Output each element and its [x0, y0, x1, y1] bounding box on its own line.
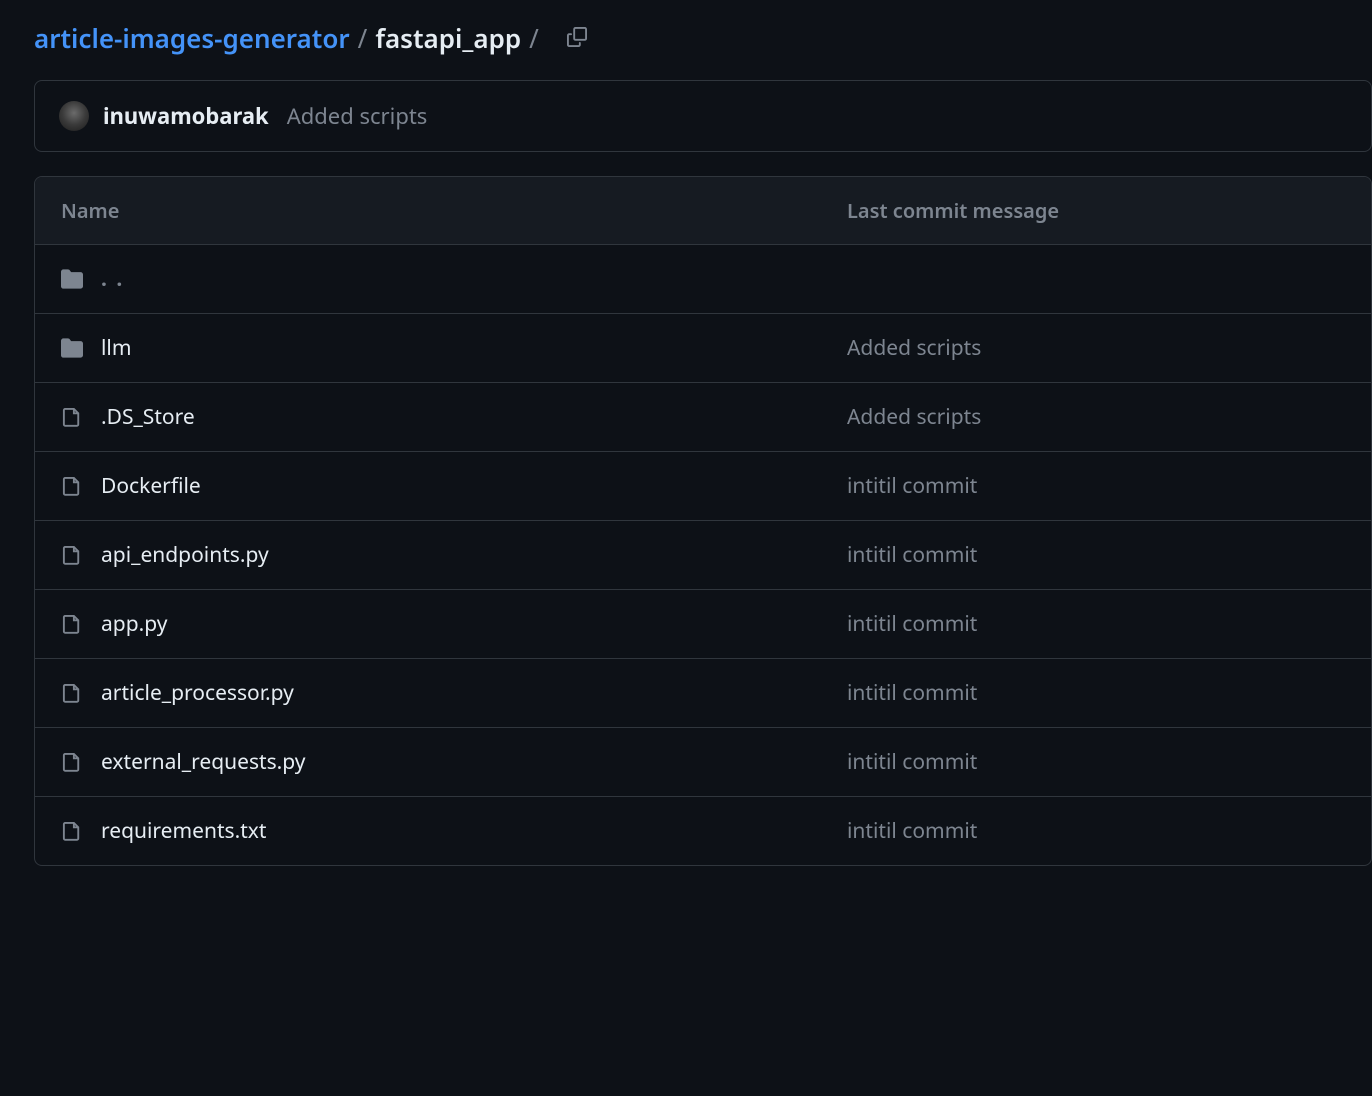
file-name-link[interactable]: requirements.txt: [101, 817, 267, 845]
file-name-link[interactable]: .DS_Store: [101, 403, 195, 431]
folder-icon: [61, 268, 83, 290]
file-icon: [61, 820, 83, 842]
file-name-link[interactable]: article_processor.py: [101, 679, 294, 707]
table-row: llm Added scripts: [35, 314, 1371, 383]
table-row: external_requests.py intitil commit: [35, 728, 1371, 797]
table-row: Dockerfile intitil commit: [35, 452, 1371, 521]
file-name-link[interactable]: llm: [101, 334, 131, 362]
file-name-link[interactable]: app.py: [101, 610, 167, 638]
breadcrumb-separator-trailing: /: [529, 20, 539, 56]
table-row: app.py intitil commit: [35, 590, 1371, 659]
copy-path-button[interactable]: [561, 21, 593, 56]
table-row: .DS_Store Added scripts: [35, 383, 1371, 452]
folder-icon: [61, 337, 83, 359]
file-icon: [61, 475, 83, 497]
commit-message-link[interactable]: intitil commit: [847, 817, 977, 845]
table-row-parent[interactable]: . .: [35, 245, 1371, 314]
file-icon: [61, 406, 83, 428]
parent-dir-link[interactable]: . .: [101, 265, 124, 293]
file-table-header: Name Last commit message: [35, 177, 1371, 245]
commit-message-link[interactable]: intitil commit: [847, 610, 977, 638]
commit-message-link[interactable]: Added scripts: [847, 403, 981, 431]
table-row: api_endpoints.py intitil commit: [35, 521, 1371, 590]
breadcrumb-repo-link[interactable]: article-images-generator: [34, 20, 350, 56]
avatar[interactable]: [59, 101, 89, 131]
breadcrumb: article-images-generator / fastapi_app /: [34, 20, 1372, 56]
breadcrumb-current: fastapi_app: [375, 20, 521, 56]
commit-message-link[interactable]: intitil commit: [847, 748, 977, 776]
commit-message[interactable]: Added scripts: [287, 101, 428, 131]
header-name: Name: [61, 197, 847, 224]
file-name-link[interactable]: api_endpoints.py: [101, 541, 269, 569]
latest-commit-bar[interactable]: inuwamobarak Added scripts: [34, 80, 1372, 152]
commit-message-link[interactable]: intitil commit: [847, 541, 977, 569]
breadcrumb-separator: /: [358, 20, 368, 56]
file-name-link[interactable]: Dockerfile: [101, 472, 201, 500]
file-icon: [61, 751, 83, 773]
file-icon: [61, 544, 83, 566]
commit-author[interactable]: inuwamobarak: [103, 101, 269, 131]
header-commit: Last commit message: [847, 197, 1345, 224]
commit-message-link[interactable]: intitil commit: [847, 472, 977, 500]
commit-message-link[interactable]: intitil commit: [847, 679, 977, 707]
commit-message-link[interactable]: Added scripts: [847, 334, 981, 362]
file-icon: [61, 682, 83, 704]
file-icon: [61, 613, 83, 635]
table-row: article_processor.py intitil commit: [35, 659, 1371, 728]
copy-icon: [567, 27, 587, 50]
table-row: requirements.txt intitil commit: [35, 797, 1371, 865]
file-name-link[interactable]: external_requests.py: [101, 748, 306, 776]
file-table: Name Last commit message . . llm Added sc…: [34, 176, 1372, 866]
